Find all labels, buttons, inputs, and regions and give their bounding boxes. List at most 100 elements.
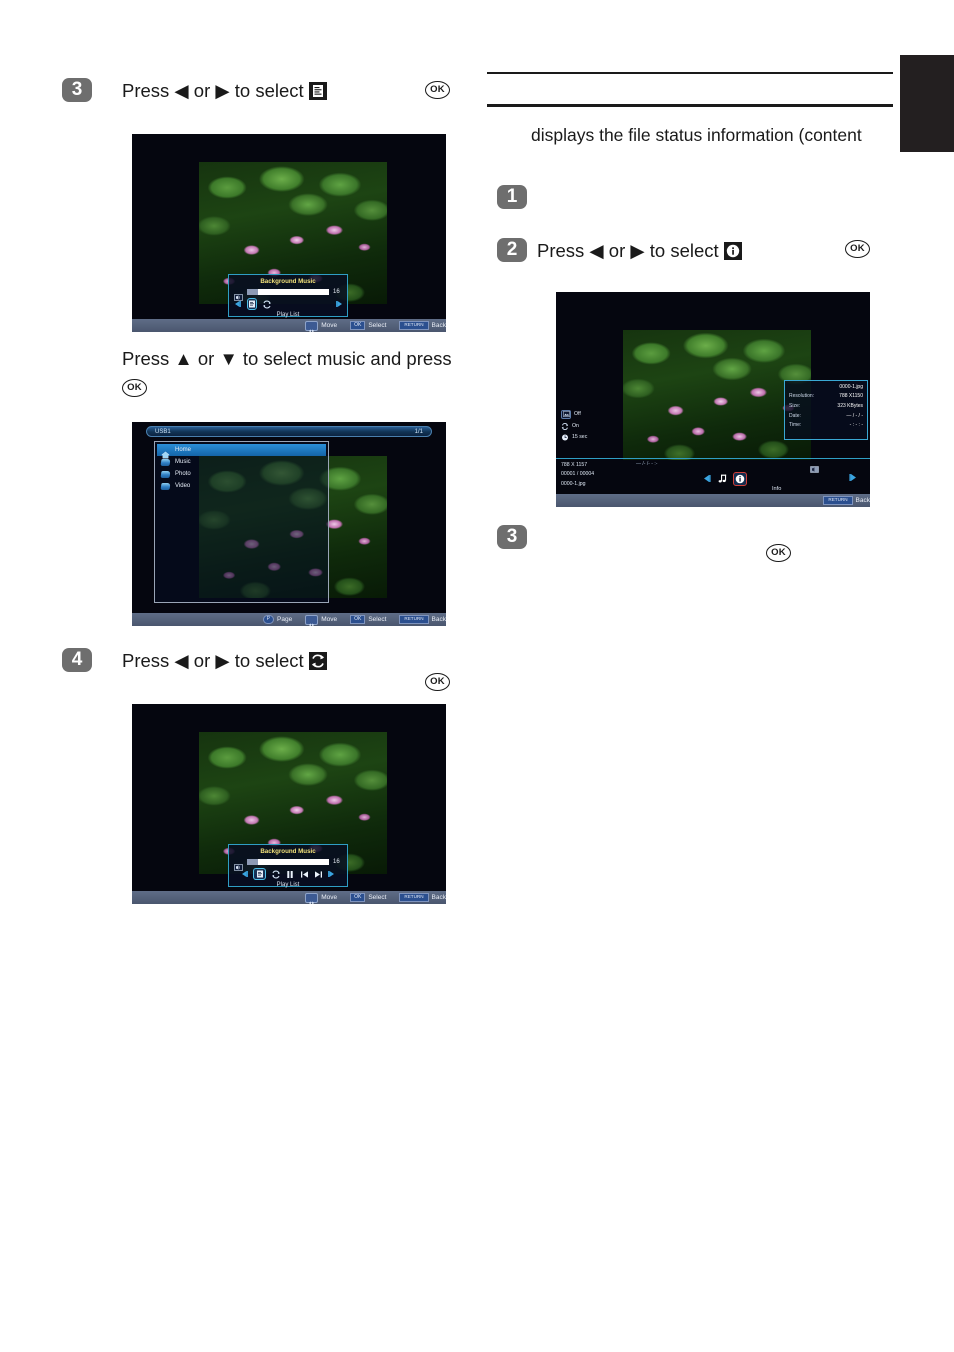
right-column: displays the file status information (co… [487,72,893,562]
file-info-row: Resolution: 788 X1150 [789,393,863,399]
tv-screen-bgm-full: Background Music 16 Play List Move OK Se… [132,704,446,904]
folder-icon [160,470,171,478]
tv-screen-file-info: 0000-1.jpg Resolution: 788 X1150 Size: 3… [556,291,870,507]
playlist-label: Play List [276,882,300,888]
prev-arrow-icon[interactable] [233,300,242,308]
usb-list-item-video[interactable]: Video [157,480,326,492]
ok-key: OK [350,321,366,330]
step-4: 4 Press ◀ or ▶ to select OK [62,648,482,691]
prev-arrow-icon[interactable] [240,870,249,878]
bottom-bar-move-label: Move [321,322,338,329]
info-label: Info [772,485,782,492]
volume-bar-fill [247,288,259,295]
next-arrow-icon[interactable] [335,300,344,308]
bgm-controls [234,298,342,310]
step-number-badge: 1 [497,184,527,209]
bottom-bar-move-label: Move [321,894,338,901]
background-music-panel: Background Music 16 Play List [228,274,348,318]
skip-back-icon[interactable] [299,870,309,879]
usb-list-item-label: Video [175,483,191,489]
step-1: 1 [487,184,893,219]
playback-status-column: Off On 15 sec [561,409,587,441]
bottom-bar-select: OK Select [350,321,386,330]
bottom-bar-back: RETURN Back [399,615,446,624]
ok-button-badge: OK [425,673,450,691]
step-instruction-label: Press ◀ or ▶ to select [537,239,719,261]
step-3-right: 3 OK [487,524,893,562]
repeat-icon[interactable] [262,299,272,309]
bottom-bar-back-label: Back [431,894,446,901]
info-icon [723,241,742,260]
ok-key: OK [350,615,366,624]
usb-list-item-label: Music [175,459,191,465]
bottom-bar-back: RETURN Back [823,495,870,505]
tv-screen-bgm-basic: Background Music 16 Play List Move OK Se… [132,134,446,332]
clock-icon [561,434,569,441]
folder-icon [160,458,171,466]
usb-list-item-photo[interactable]: Photo [157,468,326,480]
playlist-icon[interactable] [253,868,266,880]
ok-key: OK [350,893,366,902]
usb-list-item-home[interactable]: Home [157,444,326,459]
pause-icon[interactable] [285,870,295,879]
step-number-badge: 3 [497,524,527,549]
folder-icon [160,482,171,490]
skip-forward-icon[interactable] [313,870,323,879]
music-note-icon[interactable] [717,473,728,484]
file-meta-column: 788 X 1157 00001 / 00004 0000-1.jpg [561,462,594,487]
file-info-row: Date: — / - / - [789,413,863,419]
step-instruction-text: Press ◀ or ▶ to select [122,648,482,674]
bottom-bar-select-label: Select [368,616,387,623]
bottom-bar-select-label: Select [368,322,387,329]
file-info-panel: 0000-1.jpg Resolution: 788 X1150 Size: 3… [784,379,868,440]
status-row-image: Off [561,409,587,419]
file-info-key: Resolution: [789,393,815,400]
sub-instruction-line1: Press ▲ or ▼ to select music and press [122,348,452,369]
tv-bottom-bar: Move OK Select RETURN Back [132,319,446,332]
volume-bar-fill [247,858,259,865]
timecode: — /- /- - :- [636,460,658,467]
bottom-bar-select-label: Select [368,894,387,901]
playlist-icon[interactable] [246,298,257,310]
divider-line [556,457,870,459]
usb-file-list: Home Music Photo Video [154,441,329,603]
status-label: On [572,423,579,430]
playlist-label: Play List [276,312,300,318]
tv-bottom-bar: RETURN Back [556,493,870,507]
bottom-bar-move: Move [305,320,338,332]
ok-button-badge-inline: OK [122,379,147,397]
repeat-icon [561,422,569,430]
background-music-title: Background Music [260,278,316,285]
status-row-duration: 15 sec [561,434,587,441]
file-status-paragraph: displays the file status information (co… [531,124,862,145]
background-music-panel: Background Music 16 Play List [228,844,348,888]
volume-row: 16 [234,288,342,301]
meta-filename: 0000-1.jpg [561,480,586,487]
horizontal-rule-bottom [487,104,893,107]
step-instruction-label: Press ◀ or ▶ to select [122,80,304,101]
photo-preview [623,329,811,460]
volume-value: 16 [333,858,340,865]
volume-row: 16 [234,858,342,871]
repeat-icon[interactable] [270,869,281,879]
next-arrow-icon[interactable] [848,473,858,482]
step-number-badge: 4 [62,648,92,672]
next-arrow-icon[interactable] [327,870,336,878]
step-number-badge: 3 [62,78,92,102]
home-icon [161,446,170,459]
info-icon[interactable] [733,471,747,486]
status-label: 15 sec [572,434,588,441]
prev-arrow-icon[interactable] [702,474,712,483]
file-info-filename-row: 0000-1.jpg [789,384,863,390]
file-info-row: Time: - : - : - [789,422,863,428]
file-info-value: 788 X1150 [839,393,863,400]
usb-list-item-music[interactable]: Music [157,456,326,468]
return-key: RETURN [823,495,853,505]
bottom-bar-page: P Page [262,615,292,624]
file-info-controls [702,471,747,486]
step-number-badge: 2 [497,237,527,262]
step-2: 2 Press ◀ or ▶ to select OK [487,237,893,272]
mute-icon [810,460,819,473]
sub-instruction: Press ▲ or ▼ to select music and press O… [122,346,482,398]
ok-button-badge: OK [766,543,791,562]
